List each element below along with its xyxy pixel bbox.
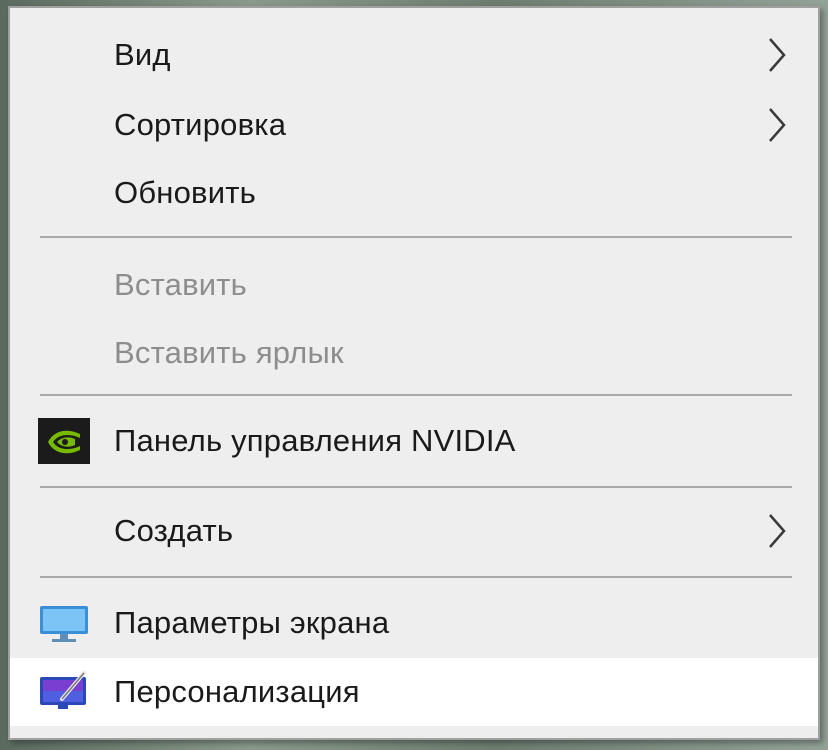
menu-item-display-settings[interactable]: Параметры экрана — [10, 590, 818, 656]
menu-item-label: Параметры экрана — [114, 605, 390, 640]
personalization-icon — [40, 671, 86, 709]
menu-item-personalization[interactable]: Персонализация — [10, 658, 818, 726]
menu-separator — [40, 236, 792, 238]
menu-item-label: Вставить — [114, 267, 248, 302]
menu-separator — [40, 576, 792, 578]
display-settings-icon — [40, 606, 88, 642]
menu-item-nvidia-control-panel[interactable]: Панель управления NVIDIA — [10, 408, 818, 474]
menu-item-label: Создать — [114, 513, 234, 548]
menu-item-label: Вид — [114, 37, 171, 72]
menu-item-new[interactable]: Создать — [10, 498, 818, 564]
menu-item-paste-shortcut: Вставить ярлык — [10, 320, 818, 386]
menu-item-paste: Вставить — [10, 252, 818, 318]
nvidia-icon — [38, 418, 90, 464]
menu-item-label: Панель управления NVIDIA — [114, 423, 516, 458]
chevron-right-icon — [769, 514, 786, 548]
menu-item-view[interactable]: Вид — [10, 22, 818, 88]
menu-item-sort[interactable]: Сортировка — [10, 92, 818, 158]
menu-item-label: Обновить — [114, 175, 256, 210]
menu-separator — [40, 394, 792, 396]
chevron-right-icon — [769, 38, 786, 72]
menu-item-refresh[interactable]: Обновить — [10, 160, 818, 226]
menu-item-label: Вставить ярлык — [114, 335, 344, 370]
menu-separator — [40, 486, 792, 488]
chevron-right-icon — [769, 108, 786, 142]
menu-item-label: Персонализация — [114, 674, 360, 709]
desktop-context-menu: Вид Сортировка Обновить Вставить Вставит… — [8, 6, 820, 740]
menu-item-label: Сортировка — [114, 107, 287, 142]
